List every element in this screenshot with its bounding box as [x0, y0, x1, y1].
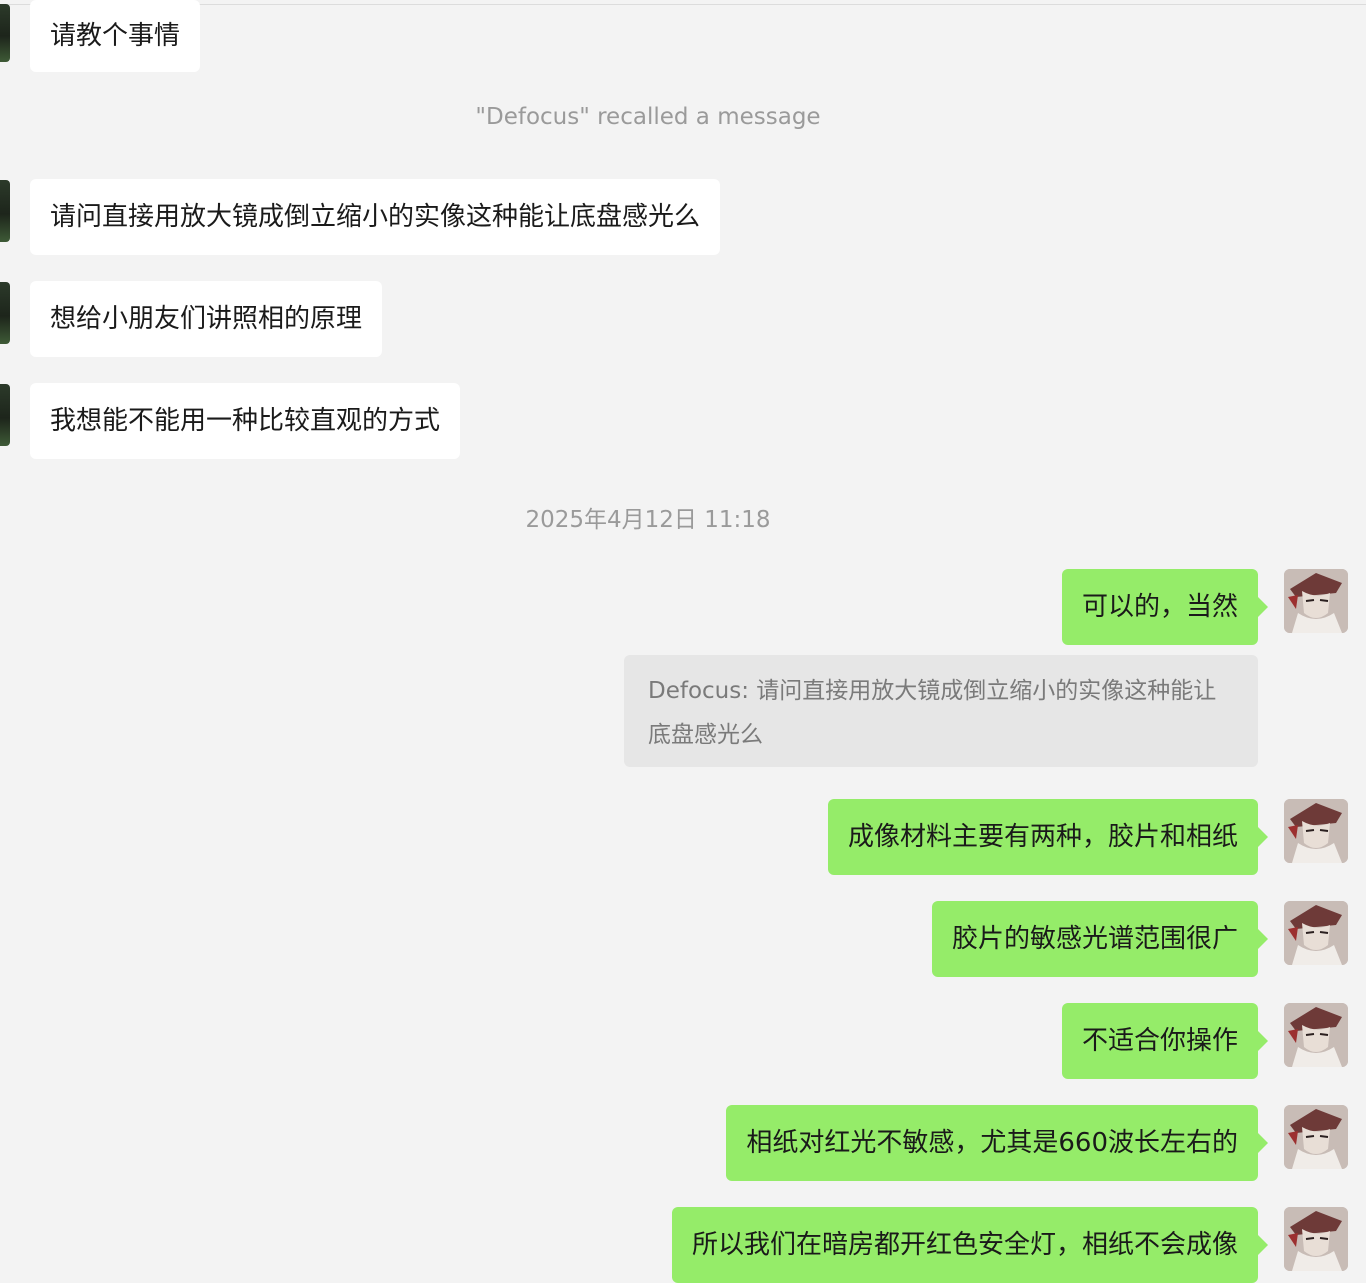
outgoing-message[interactable]: 可以的，当然	[1061, 569, 1269, 645]
contact-avatar-icon[interactable]	[0, 4, 10, 62]
top-divider	[0, 4, 1366, 5]
my-avatar-icon[interactable]	[1284, 1003, 1348, 1067]
timestamp: 2025年4月12日 11:18	[525, 507, 771, 533]
my-avatar-icon[interactable]	[1284, 901, 1348, 965]
my-avatar-icon[interactable]	[1284, 569, 1348, 633]
quoted-message[interactable]: Defocus: 请问直接用放大镜成倒立缩小的实像这种能让底盘感光么	[624, 655, 1258, 767]
contact-avatar-icon[interactable]	[0, 282, 10, 344]
outgoing-message[interactable]: 所以我们在暗房都开红色安全灯，相纸不会成像	[671, 1207, 1269, 1283]
contact-avatar-icon[interactable]	[0, 180, 10, 242]
outgoing-message[interactable]: 成像材料主要有两种，胶片和相纸	[827, 799, 1269, 875]
contact-avatar-icon[interactable]	[0, 384, 10, 446]
recalled-notice: "Defocus" recalled a message	[475, 104, 821, 130]
incoming-message[interactable]: 我想能不能用一种比较直观的方式	[30, 383, 461, 459]
outgoing-message[interactable]: 胶片的敏感光谱范围很广	[931, 901, 1269, 977]
incoming-message[interactable]: 请教个事情	[30, 0, 201, 72]
incoming-message[interactable]: 请问直接用放大镜成倒立缩小的实像这种能让底盘感光么	[30, 179, 721, 255]
my-avatar-icon[interactable]	[1284, 1207, 1348, 1271]
my-avatar-icon[interactable]	[1284, 799, 1348, 863]
outgoing-message[interactable]: 不适合你操作	[1061, 1003, 1269, 1079]
my-avatar-icon[interactable]	[1284, 1105, 1348, 1169]
incoming-message[interactable]: 想给小朋友们讲照相的原理	[30, 281, 383, 357]
outgoing-message[interactable]: 相纸对红光不敏感，尤其是660波长左右的	[726, 1105, 1268, 1181]
